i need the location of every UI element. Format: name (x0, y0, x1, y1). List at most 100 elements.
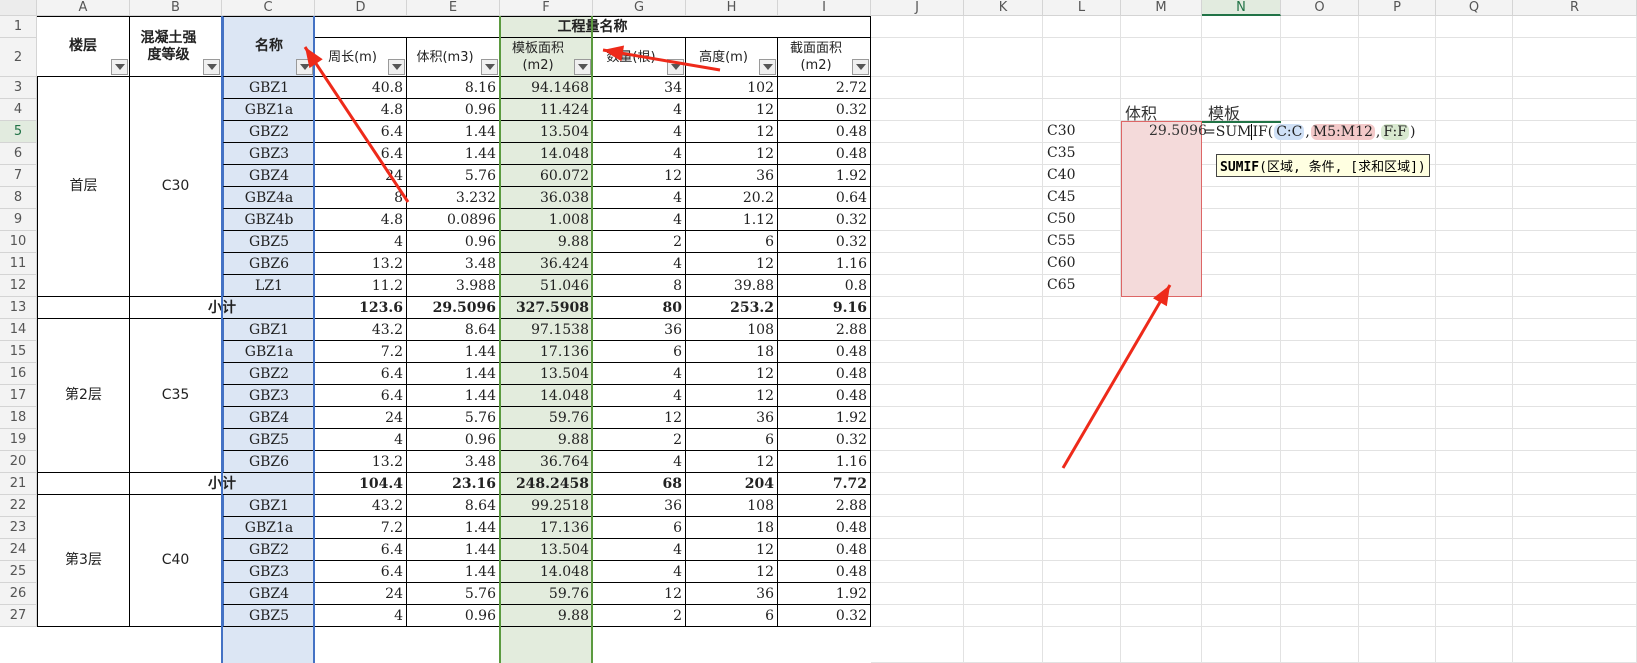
empty-cell[interactable] (1281, 561, 1359, 583)
empty-cell[interactable] (1359, 341, 1436, 363)
empty-cell[interactable] (871, 143, 964, 165)
empty-cell[interactable] (964, 297, 1043, 319)
empty-cell[interactable] (1202, 341, 1281, 363)
empty-cell[interactable] (1281, 187, 1359, 209)
row-header-23[interactable]: 23 (0, 517, 37, 539)
empty-cell[interactable] (964, 517, 1043, 539)
empty-cell[interactable] (1281, 473, 1359, 495)
empty-cell[interactable] (964, 451, 1043, 473)
empty-cell[interactable] (1281, 297, 1359, 319)
empty-cell[interactable] (1202, 253, 1281, 275)
empty-cell[interactable] (1121, 407, 1202, 429)
column-header-g[interactable]: G (593, 0, 686, 16)
row-header-3[interactable]: 3 (0, 77, 37, 99)
empty-cell[interactable] (1359, 583, 1436, 605)
empty-cell[interactable] (871, 495, 964, 517)
row-header-8[interactable]: 8 (0, 187, 37, 209)
empty-cell[interactable] (1202, 429, 1281, 451)
empty-cell[interactable] (1436, 77, 1513, 99)
empty-cell[interactable] (1359, 209, 1436, 231)
empty-cell[interactable] (871, 121, 964, 143)
empty-cell[interactable] (871, 231, 964, 253)
empty-cell[interactable] (1359, 16, 1436, 38)
filter-dropdown-g[interactable] (667, 59, 684, 75)
empty-cell[interactable] (1281, 539, 1359, 561)
empty-cell[interactable] (871, 319, 964, 341)
empty-cell[interactable] (1513, 231, 1637, 253)
empty-cell[interactable] (964, 583, 1043, 605)
empty-cell[interactable] (1436, 539, 1513, 561)
empty-cell[interactable] (871, 77, 964, 99)
empty-cell[interactable] (1436, 451, 1513, 473)
empty-cell[interactable] (1043, 473, 1121, 495)
empty-cell[interactable] (1043, 451, 1121, 473)
empty-cell[interactable] (1513, 99, 1637, 121)
filter-dropdown-i[interactable] (852, 59, 869, 75)
empty-cell[interactable] (1436, 16, 1513, 38)
row-header-21[interactable]: 21 (0, 473, 37, 495)
empty-cell[interactable] (1513, 495, 1637, 517)
row-header-4[interactable]: 4 (0, 99, 37, 121)
row-header-5[interactable]: 5 (0, 121, 37, 143)
row-header-20[interactable]: 20 (0, 451, 37, 473)
empty-cell[interactable] (1359, 385, 1436, 407)
empty-cell[interactable] (1513, 209, 1637, 231)
row-header-6[interactable]: 6 (0, 143, 37, 165)
empty-cell[interactable] (1043, 341, 1121, 363)
empty-cell[interactable] (1436, 627, 1513, 663)
filter-dropdown-d[interactable] (388, 59, 405, 75)
empty-cell[interactable] (871, 561, 964, 583)
row-header-1[interactable]: 1 (0, 16, 37, 38)
empty-cell[interactable] (1121, 429, 1202, 451)
empty-cell[interactable] (1436, 363, 1513, 385)
empty-cell[interactable] (1359, 517, 1436, 539)
empty-cell[interactable] (1359, 38, 1436, 77)
empty-cell[interactable] (1281, 451, 1359, 473)
empty-cell[interactable] (1513, 407, 1637, 429)
empty-cell[interactable] (871, 627, 964, 663)
empty-cell[interactable] (1513, 517, 1637, 539)
empty-cell[interactable] (1513, 539, 1637, 561)
empty-cell[interactable] (1202, 605, 1281, 627)
empty-cell[interactable] (1202, 451, 1281, 473)
empty-cell[interactable] (1359, 561, 1436, 583)
column-header-f[interactable]: F (500, 0, 593, 16)
empty-cell[interactable] (1281, 77, 1359, 99)
empty-cell[interactable] (1043, 583, 1121, 605)
empty-cell[interactable] (964, 605, 1043, 627)
filter-dropdown-e[interactable] (481, 59, 498, 75)
row-header-22[interactable]: 22 (0, 495, 37, 517)
empty-cell[interactable] (1202, 385, 1281, 407)
empty-cell[interactable] (1202, 473, 1281, 495)
row-header-15[interactable]: 15 (0, 341, 37, 363)
filter-dropdown-h[interactable] (759, 59, 776, 75)
empty-cell[interactable] (1359, 297, 1436, 319)
empty-cell[interactable] (1281, 429, 1359, 451)
empty-cell[interactable] (871, 275, 964, 297)
empty-cell[interactable] (1121, 517, 1202, 539)
empty-cell[interactable] (1513, 561, 1637, 583)
empty-cell[interactable] (1513, 341, 1637, 363)
empty-cell[interactable] (964, 231, 1043, 253)
empty-cell[interactable] (1359, 187, 1436, 209)
empty-cell[interactable] (1513, 385, 1637, 407)
empty-cell[interactable] (1436, 341, 1513, 363)
empty-cell[interactable] (1121, 495, 1202, 517)
empty-cell[interactable] (964, 363, 1043, 385)
empty-cell[interactable] (1436, 231, 1513, 253)
empty-cell[interactable] (1121, 16, 1202, 38)
empty-cell[interactable] (871, 473, 964, 495)
empty-cell[interactable] (1436, 38, 1513, 77)
empty-cell[interactable] (1436, 275, 1513, 297)
empty-cell[interactable] (871, 165, 964, 187)
column-header-l[interactable]: L (1043, 0, 1121, 16)
empty-cell[interactable] (964, 38, 1043, 77)
empty-cell[interactable] (1436, 473, 1513, 495)
empty-cell[interactable] (1043, 407, 1121, 429)
empty-cell[interactable] (871, 297, 964, 319)
empty-cell[interactable] (1436, 253, 1513, 275)
empty-cell[interactable] (1513, 77, 1637, 99)
empty-cell[interactable] (1043, 99, 1121, 121)
empty-cell[interactable] (871, 429, 964, 451)
empty-cell[interactable] (1121, 451, 1202, 473)
